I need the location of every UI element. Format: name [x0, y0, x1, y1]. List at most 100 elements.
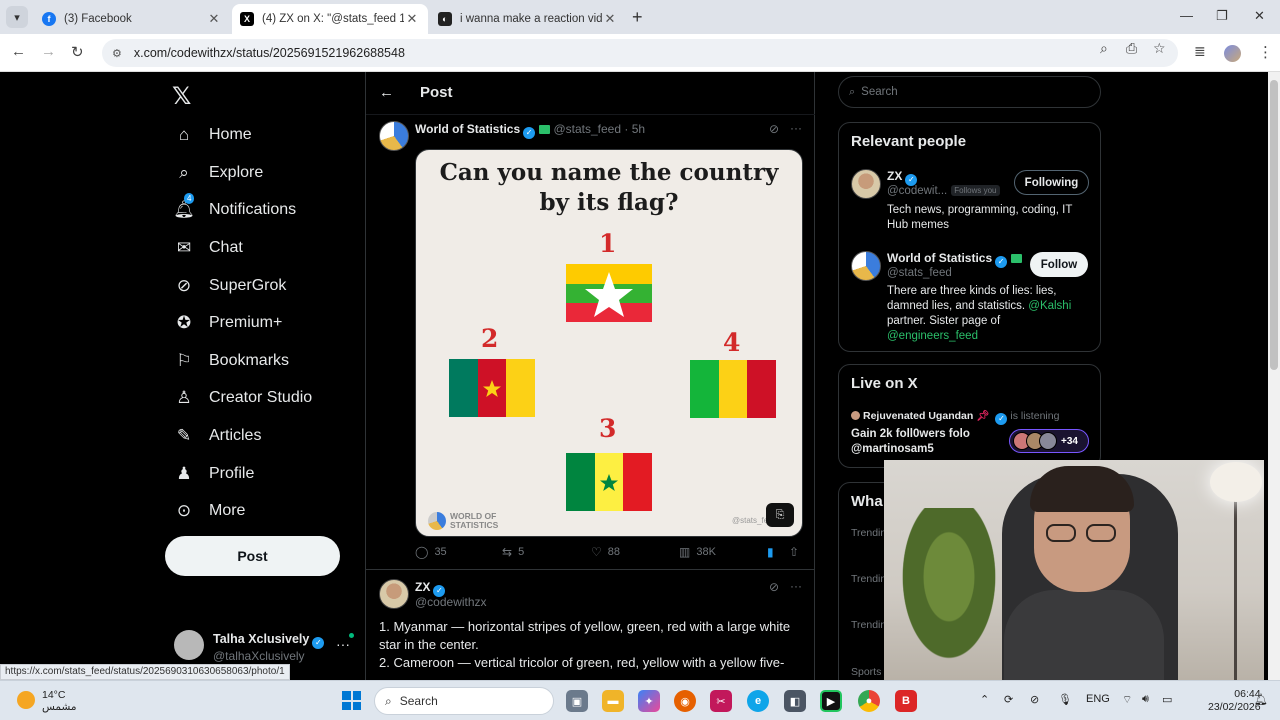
post-time[interactable]: · 5h — [624, 122, 645, 136]
bitdefender-icon[interactable]: B — [895, 690, 917, 712]
reply-author[interactable]: ZX — [415, 580, 430, 594]
nav-chat[interactable]: ✉ Chat — [172, 233, 243, 263]
grok-icon[interactable]: ⊘ — [769, 580, 779, 594]
trend-category[interactable]: Trendin — [851, 619, 886, 631]
address-bar[interactable]: ⚙ x.com/codewithzx/status/20256915219626… — [102, 39, 1178, 67]
task-view-icon[interactable]: ▣ — [566, 690, 588, 712]
battery-icon[interactable]: ▭ — [1162, 693, 1172, 706]
live-on-x-card[interactable]: Live on X Rejuvenated Ugandan 📌︎ ✓ is li… — [838, 364, 1101, 468]
tab-x-post[interactable]: X (4) ZX on X: "@stats_feed 1. My ✕ — [232, 4, 428, 34]
firefox-icon[interactable]: ◉ — [674, 690, 696, 712]
location-off-icon[interactable]: ⊘ — [1030, 693, 1039, 706]
sync-icon[interactable]: ⟳ — [1004, 693, 1013, 706]
person-handle[interactable]: @stats_feed — [887, 267, 952, 279]
site-info-icon[interactable]: ⚙ — [112, 47, 122, 60]
image-edit-icon[interactable]: ⎘ — [766, 503, 794, 527]
close-icon[interactable]: ✕ — [404, 11, 420, 27]
nav-more[interactable]: ⊙ More — [172, 496, 246, 526]
views-button[interactable]: ▥ 38K — [679, 545, 716, 559]
browser-menu-icon[interactable]: ⋮ — [1258, 43, 1273, 61]
nav-creator-studio[interactable]: ♙ Creator Studio — [172, 383, 312, 413]
person-name[interactable]: World of Statistics — [887, 251, 992, 265]
zoom-icon[interactable]: ⌕ — [1100, 40, 1108, 57]
scrollbar[interactable] — [1268, 72, 1280, 680]
post-button[interactable]: Post — [165, 536, 340, 576]
more-dots-icon[interactable]: ··· — [336, 636, 350, 652]
back-arrow-icon[interactable]: ← — [11, 43, 26, 60]
trend-category[interactable]: Trendin — [851, 573, 886, 585]
bookmark-star-icon[interactable]: ☆ — [1153, 40, 1166, 57]
notification-bell-icon[interactable]: 🔔︎ — [1254, 693, 1268, 706]
share-button[interactable]: ⇧ — [789, 545, 805, 559]
trend-category[interactable]: Trendin — [851, 527, 886, 539]
avatar[interactable] — [851, 169, 881, 199]
reload-icon[interactable]: ↻ — [71, 43, 84, 61]
reply-handle[interactable]: @codewithzx — [415, 595, 487, 609]
snipping-tool-icon[interactable]: ✂ — [710, 690, 732, 712]
person-name[interactable]: ZX — [887, 169, 902, 183]
post-image[interactable]: Can you name the country by its flag? 1 … — [415, 149, 803, 537]
window-close-icon[interactable]: ✕ — [1254, 8, 1265, 24]
post-handle[interactable]: @stats_feed — [553, 122, 621, 136]
maximize-icon[interactable]: ❐ — [1216, 8, 1228, 24]
wifi-icon[interactable]: ⌔ — [1122, 693, 1132, 707]
reply-button[interactable]: ◯ 35 — [415, 545, 447, 559]
clock[interactable]: 06:44 23/02/2026 — [1208, 688, 1261, 714]
sun-icon[interactable] — [17, 691, 35, 709]
grok-icon[interactable]: ⊘ — [769, 122, 779, 136]
volume-icon[interactable]: 🔊︎ — [1142, 693, 1149, 706]
nav-explore[interactable]: ⌕ Explore — [172, 158, 263, 188]
nav-premium[interactable]: ✪ Premium+ — [172, 308, 282, 338]
scrollbar-thumb[interactable] — [1270, 80, 1278, 370]
more-dots-icon[interactable]: ··· — [790, 579, 802, 593]
avatar[interactable] — [851, 251, 881, 281]
search-input[interactable]: ⌕ Search — [838, 76, 1101, 108]
tab-grok[interactable]: ◐ i wanna make a reaction video t ✕ — [430, 4, 626, 34]
account-switcher[interactable]: Talha Xclusively ✓ @talhaXclusively ··· — [174, 628, 354, 668]
tab-search-button[interactable]: ▾ — [6, 6, 28, 28]
following-button[interactable]: Following — [1014, 170, 1089, 195]
weather-widget[interactable]: 14°C مشمس — [42, 689, 76, 713]
profile-avatar-icon[interactable] — [1224, 45, 1241, 62]
chrome-icon[interactable]: ● — [858, 690, 880, 712]
nav-notifications[interactable]: 🔔︎ 4 Notifications — [172, 193, 296, 225]
x-logo-icon[interactable]: 𝕏 — [172, 82, 191, 110]
store-icon[interactable]: ◧ — [784, 690, 806, 712]
repost-button[interactable]: ⇆ 5 — [502, 545, 524, 559]
nav-articles[interactable]: ✎ Articles — [172, 421, 262, 451]
tab-facebook[interactable]: f (3) Facebook ✕ — [34, 4, 230, 34]
edge-icon[interactable]: e — [747, 690, 769, 712]
nav-supergrok[interactable]: ⊘ SuperGrok — [172, 271, 287, 301]
follow-button[interactable]: Follow — [1030, 252, 1088, 277]
minimize-icon[interactable]: — — [1180, 8, 1193, 23]
copilot-icon[interactable]: ✦ — [638, 690, 660, 712]
mention-link[interactable]: @Kalshi — [1028, 300, 1071, 312]
media-controls-icon[interactable]: ≣ — [1194, 43, 1206, 60]
language-indicator[interactable]: ENG — [1086, 693, 1110, 705]
file-explorer-icon[interactable]: ▬ — [602, 690, 624, 712]
avatar[interactable] — [379, 579, 409, 609]
new-tab-button[interactable]: + — [632, 7, 643, 28]
nav-home[interactable]: ⌂ Home — [172, 120, 252, 150]
capcut-icon[interactable]: ▶ — [820, 690, 842, 712]
taskbar-search[interactable]: ⌕ Search — [374, 687, 554, 715]
more-dots-icon[interactable]: ··· — [790, 121, 802, 135]
nav-bookmarks[interactable]: ⚐ Bookmarks — [172, 346, 289, 376]
avatar[interactable] — [379, 121, 409, 151]
trend-category[interactable]: Sports — [851, 666, 881, 678]
close-icon[interactable]: ✕ — [602, 11, 618, 27]
windows-start-icon[interactable] — [342, 691, 361, 710]
person-handle[interactable]: @codewit... — [887, 185, 947, 197]
forward-arrow-icon[interactable]: → — [41, 43, 56, 60]
bookmark-button[interactable]: ▮ — [767, 545, 780, 559]
install-app-icon[interactable]: ⎙ — [1126, 40, 1137, 57]
chevron-up-icon[interactable]: ⌃ — [980, 693, 989, 706]
close-icon[interactable]: ✕ — [206, 11, 222, 27]
mention-link[interactable]: @engineers_feed — [887, 330, 978, 342]
nav-profile[interactable]: ♟ Profile — [172, 459, 254, 489]
microphone-icon[interactable]: 🎙︎ — [1058, 693, 1072, 706]
live-listeners-pill[interactable]: +34 — [1009, 429, 1089, 453]
like-button[interactable]: ♡ 88 — [591, 545, 620, 559]
back-arrow-icon[interactable]: ← — [379, 84, 394, 101]
post-author[interactable]: World of Statistics — [415, 122, 520, 136]
